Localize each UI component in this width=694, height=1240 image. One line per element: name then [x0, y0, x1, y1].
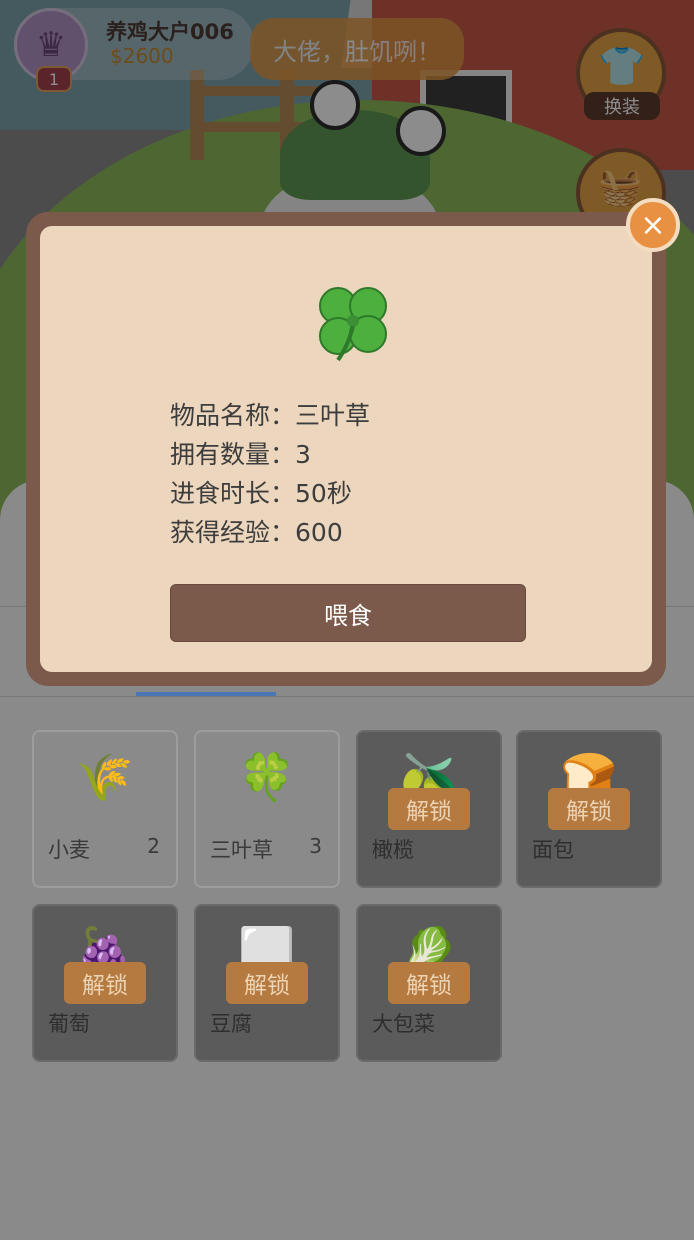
- item-name: 小麦: [48, 838, 90, 862]
- food-item-grape[interactable]: 🍇 解锁 葡萄: [32, 904, 178, 1062]
- food-item-wheat[interactable]: 🌾 小麦 2: [32, 730, 178, 888]
- unlock-button[interactable]: 解锁: [64, 962, 146, 1004]
- clover-icon: 🍀: [238, 750, 296, 804]
- info-value: 三叶草: [295, 401, 371, 430]
- food-item-cabbage[interactable]: 🥬 解锁 大包菜: [356, 904, 502, 1062]
- info-row-count: 拥有数量：3: [170, 435, 370, 474]
- info-value: 3: [295, 440, 311, 469]
- unlock-button[interactable]: 解锁: [388, 962, 470, 1004]
- info-value: 600: [295, 518, 343, 547]
- info-label: 拥有数量：: [170, 440, 296, 469]
- item-info: 物品名称：三叶草 拥有数量：3 进食时长：50秒 获得经验：600: [170, 396, 370, 552]
- info-label: 进食时长：: [170, 479, 296, 508]
- wheat-icon: 🌾: [76, 750, 134, 804]
- feed-button[interactable]: 喂食: [170, 584, 526, 642]
- item-name: 橄榄: [372, 838, 414, 862]
- clover-icon: [319, 287, 387, 362]
- close-icon[interactable]: ×: [626, 198, 680, 252]
- info-label: 物品名称：: [170, 401, 296, 430]
- item-name: 三叶草: [210, 838, 273, 862]
- item-name: 豆腐: [210, 1012, 252, 1036]
- item-count: 2: [147, 834, 160, 858]
- food-item-tofu[interactable]: ⬜ 解锁 豆腐: [194, 904, 340, 1062]
- food-item-olive[interactable]: 🫒 解锁 橄榄: [356, 730, 502, 888]
- item-count: 3: [309, 834, 322, 858]
- unlock-button[interactable]: 解锁: [226, 962, 308, 1004]
- item-detail-modal: 物品名称：三叶草 拥有数量：3 进食时长：50秒 获得经验：600 喂食: [26, 212, 666, 686]
- food-item-clover[interactable]: 🍀 三叶草 3: [194, 730, 340, 888]
- item-name: 大包菜: [372, 1012, 435, 1036]
- info-value: 50秒: [295, 479, 352, 508]
- unlock-button[interactable]: 解锁: [388, 788, 470, 830]
- info-label: 获得经验：: [170, 518, 296, 547]
- info-row-name: 物品名称：三叶草: [170, 396, 370, 435]
- info-row-exp: 获得经验：600: [170, 513, 370, 552]
- divider: [0, 696, 694, 697]
- item-name: 葡萄: [48, 1012, 90, 1036]
- food-item-bread[interactable]: 🍞 解锁 面包: [516, 730, 662, 888]
- unlock-button[interactable]: 解锁: [548, 788, 630, 830]
- info-row-duration: 进食时长：50秒: [170, 474, 370, 513]
- modal-body: 物品名称：三叶草 拥有数量：3 进食时长：50秒 获得经验：600 喂食: [40, 226, 652, 672]
- item-name: 面包: [532, 838, 574, 862]
